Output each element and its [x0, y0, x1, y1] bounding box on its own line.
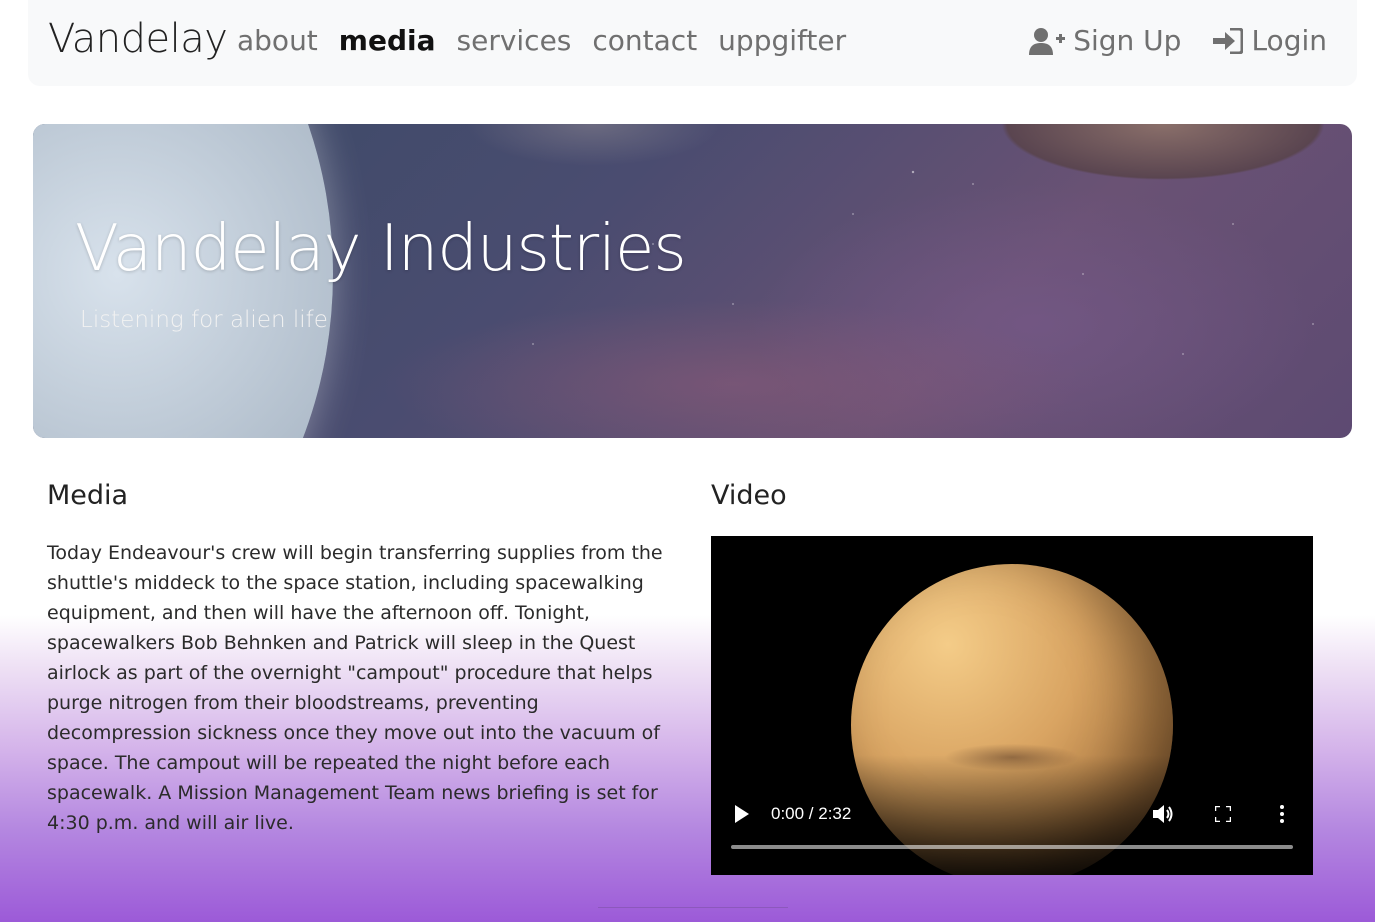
play-icon	[735, 805, 749, 823]
brand-logo[interactable]: Vandelay	[48, 16, 228, 62]
signup-label: Sign Up	[1073, 24, 1182, 57]
nav-links: about media services contact uppgifter	[237, 24, 867, 57]
more-options-icon	[1280, 805, 1284, 823]
fullscreen-button[interactable]	[1213, 804, 1233, 824]
sign-in-icon	[1213, 27, 1244, 54]
user-plus-icon	[1029, 27, 1066, 55]
nav-actions: Sign Up Login	[997, 24, 1327, 57]
hero-banner: Vandelay Industries Listening for alien …	[33, 124, 1352, 438]
volume-button[interactable]	[1151, 802, 1177, 826]
media-heading: Media	[47, 480, 129, 511]
signup-button[interactable]: Sign Up	[1029, 24, 1181, 57]
nav-link-contact[interactable]: contact	[592, 24, 697, 57]
play-button[interactable]	[731, 802, 753, 826]
video-heading: Video	[711, 480, 787, 511]
video-time: 0:00 / 2:32	[771, 804, 852, 823]
footer-divider	[598, 907, 788, 908]
nav-link-about[interactable]: about	[237, 24, 318, 57]
video-progress-bar[interactable]	[731, 845, 1293, 849]
hero-subtitle: Listening for alien life	[80, 307, 328, 333]
navbar: Vandelay about media services contact up…	[28, 0, 1357, 86]
media-text: Today Endeavour's crew will begin transf…	[47, 542, 663, 834]
video-player[interactable]: 0:00 / 2:32	[711, 536, 1313, 875]
fullscreen-icon	[1215, 806, 1231, 822]
more-options-button[interactable]	[1277, 802, 1287, 826]
nav-link-services[interactable]: services	[457, 24, 572, 57]
volume-icon	[1153, 805, 1173, 823]
login-label: Login	[1251, 24, 1327, 57]
nav-link-media[interactable]: media	[339, 24, 436, 57]
hero-title: Vandelay Industries	[75, 212, 687, 286]
login-button[interactable]: Login	[1213, 24, 1327, 57]
nav-link-uppgifter[interactable]: uppgifter	[718, 24, 846, 57]
